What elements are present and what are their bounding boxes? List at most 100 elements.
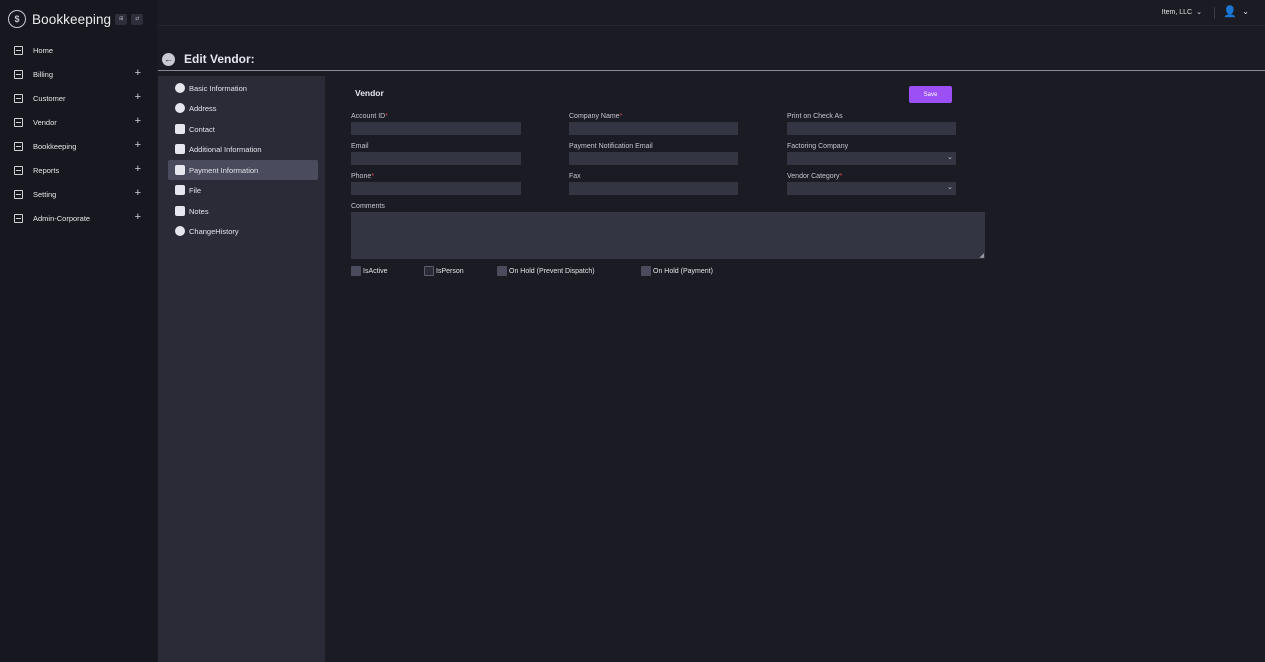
vendor-category-label: Vendor Category* — [787, 173, 843, 180]
expand-icon[interactable]: + — [135, 187, 141, 199]
file-icon — [175, 185, 185, 195]
email-field[interactable] — [351, 152, 521, 165]
sidebar-item-admin-corporate[interactable]: Admin-Corporate + — [0, 206, 157, 230]
tab-label: File — [189, 185, 202, 195]
company-name-input[interactable] — [569, 122, 738, 135]
chevron-down-icon: ⌄ — [947, 154, 953, 161]
company-name: Item, LLC — [1161, 9, 1193, 16]
payment-email-label: Payment Notification Email — [569, 143, 653, 150]
swap-toggle-button[interactable]: ⇄ — [131, 13, 144, 25]
on-hold-payment-checkbox[interactable]: On Hold (Payment) — [641, 266, 713, 276]
is-active-checkbox[interactable]: IsActive — [351, 266, 388, 276]
on-hold-dispatch-checkbox[interactable]: On Hold (Prevent Dispatch) — [497, 266, 595, 276]
avatar[interactable]: 👤 — [1223, 6, 1237, 18]
factoring-company-select[interactable]: ⌄ — [787, 152, 956, 165]
page-title: Edit Vendor: — [184, 52, 255, 66]
fax-label: Fax — [569, 173, 581, 180]
checkbox-label: On Hold (Prevent Dispatch) — [509, 267, 595, 275]
sidebar-item-label: Home — [33, 45, 54, 55]
history-shield-icon — [175, 226, 185, 236]
sidebar-item-label: Admin-Corporate — [33, 213, 91, 223]
print-on-check-label: Print on Check As — [787, 113, 843, 120]
tab-label: Address — [189, 103, 217, 113]
brand: $ Bookkeeping ⊞ ⇄ — [8, 8, 153, 30]
expand-icon[interactable]: + — [135, 211, 141, 223]
grid-icon — [14, 213, 23, 223]
tab-address[interactable]: Address — [168, 98, 318, 118]
tab-additional-information[interactable]: Additional Information — [168, 139, 318, 159]
chevron-down-icon: ⌄ — [1196, 9, 1202, 16]
back-arrow-icon[interactable]: ← — [162, 52, 175, 66]
tab-file[interactable]: File — [168, 180, 318, 200]
location-pin-icon — [175, 103, 185, 113]
checkbox-box[interactable] — [497, 266, 507, 276]
billing-icon — [14, 69, 23, 79]
comments-textarea[interactable]: ◢ — [351, 212, 985, 259]
phone-field[interactable] — [351, 182, 521, 195]
tab-basic-information[interactable]: Basic Information — [168, 78, 318, 98]
payment-email-field[interactable] — [569, 152, 738, 165]
sidebar-item-label: Reports — [33, 165, 60, 175]
phone-label: Phone* — [351, 173, 374, 180]
form-title: Vendor — [355, 88, 384, 98]
sidebar: $ Bookkeeping ⊞ ⇄ Home Billing + Custome… — [0, 0, 157, 662]
account-id-input[interactable] — [351, 122, 521, 135]
tab-label: Basic Information — [189, 83, 247, 93]
sidebar-item-billing[interactable]: Billing + — [0, 62, 157, 86]
tab-contact[interactable]: Contact — [168, 119, 318, 139]
expand-icon[interactable]: + — [135, 163, 141, 175]
tab-label: Payment Information — [189, 165, 259, 175]
sidebar-item-customer[interactable]: Customer + — [0, 86, 157, 110]
checkbox-box[interactable] — [424, 266, 434, 276]
tab-payment-information[interactable]: Payment Information — [168, 160, 318, 180]
brand-name: Bookkeeping — [32, 11, 112, 27]
divider — [158, 70, 1265, 71]
home-icon — [14, 45, 23, 55]
checkbox-box[interactable] — [351, 266, 361, 276]
sidebar-item-reports[interactable]: Reports + — [0, 158, 157, 182]
sidebar-item-label: Customer — [33, 93, 66, 103]
is-person-checkbox[interactable]: IsPerson — [424, 266, 464, 276]
checkbox-label: On Hold (Payment) — [653, 267, 713, 275]
sidebar-item-vendor[interactable]: Vendor + — [0, 110, 157, 134]
factoring-company-label: Factoring Company — [787, 143, 849, 150]
save-button[interactable]: Save — [909, 86, 952, 103]
account-id-label: Account ID* — [351, 113, 388, 120]
sidebar-nav: Home Billing + Customer + Vendor + Bookk… — [0, 38, 157, 230]
sidebar-item-label: Setting — [33, 189, 57, 199]
fax-field[interactable] — [569, 182, 738, 195]
comments-label: Comments — [351, 203, 385, 210]
chevron-down-icon[interactable]: ⌄ — [1242, 7, 1249, 16]
vendor-icon — [14, 117, 23, 127]
top-bar: Item, LLC ⌄ 👤 ⌄ — [157, 0, 1265, 26]
tab-change-history[interactable]: ChangeHistory — [168, 221, 318, 241]
sidebar-item-label: Vendor — [33, 117, 57, 127]
sidebar-item-setting[interactable]: Setting + — [0, 182, 157, 206]
expand-icon[interactable]: + — [135, 67, 141, 79]
bank-icon — [14, 141, 23, 151]
expand-icon[interactable]: + — [135, 91, 141, 103]
vendor-category-select[interactable]: ⌄ — [787, 182, 956, 195]
tab-label: Notes — [189, 206, 209, 216]
expand-icon[interactable]: + — [135, 115, 141, 127]
divider — [1214, 7, 1215, 19]
gear-icon — [14, 189, 23, 199]
expand-icon[interactable]: + — [135, 139, 141, 151]
note-icon — [175, 165, 185, 175]
company-selector[interactable]: Item, LLC ⌄ — [1162, 8, 1202, 16]
tab-notes[interactable]: Notes — [168, 201, 318, 221]
company-name-label: Company Name* — [569, 113, 623, 120]
print-on-check-input[interactable] — [787, 122, 956, 135]
sidebar-item-home[interactable]: Home — [0, 38, 157, 62]
checkbox-label: IsActive — [363, 267, 388, 275]
grid-toggle-button[interactable]: ⊞ — [115, 13, 128, 25]
email-label: Email — [351, 143, 369, 150]
reports-icon — [14, 165, 23, 175]
tab-label: ChangeHistory — [189, 226, 239, 236]
brand-logo-icon: $ — [8, 10, 26, 28]
resize-handle-icon[interactable]: ◢ — [979, 252, 984, 259]
page-header: ← Edit Vendor: — [162, 52, 255, 66]
sidebar-item-bookkeeping[interactable]: Bookkeeping + — [0, 134, 157, 158]
checkbox-box[interactable] — [641, 266, 651, 276]
tab-label: Additional Information — [189, 144, 262, 154]
